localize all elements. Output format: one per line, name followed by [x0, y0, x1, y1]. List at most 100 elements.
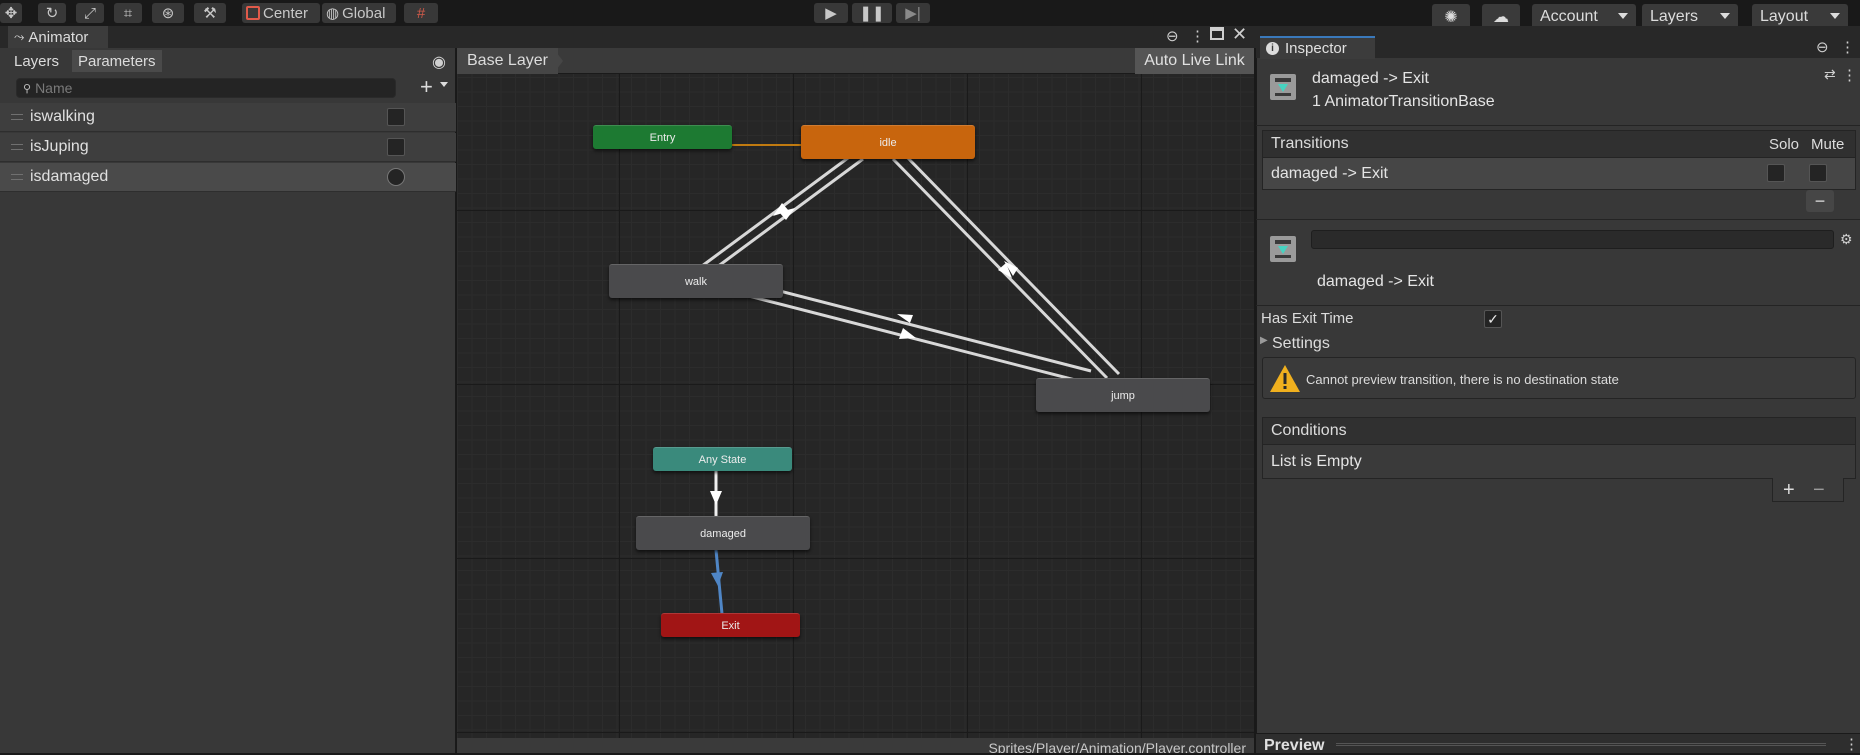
- state-machine-graph[interactable]: Entry idle walk jump Any State damaged E…: [457, 48, 1254, 753]
- parameter-trigger-radio[interactable]: [387, 168, 405, 186]
- drag-handle-icon[interactable]: [11, 114, 23, 120]
- parameter-row-isjuping[interactable]: isJuping: [0, 133, 456, 162]
- chevron-down-icon[interactable]: [440, 82, 448, 87]
- state-entry[interactable]: Entry: [593, 125, 732, 149]
- preview-drag-handle[interactable]: [1336, 743, 1826, 746]
- parameter-row-iswalking[interactable]: iswalking: [0, 103, 456, 132]
- minus-icon: −: [1814, 190, 1826, 211]
- conditions-header: Conditions: [1262, 417, 1856, 445]
- divider: [1256, 305, 1860, 306]
- layers-label: Layers: [1650, 8, 1699, 25]
- scale-tool-icon[interactable]: ⤢: [76, 3, 104, 23]
- tab-layers[interactable]: Layers: [8, 50, 65, 72]
- foldout-arrow-icon[interactable]: ▶: [1260, 335, 1268, 346]
- kebab-menu-icon[interactable]: ⋮: [1842, 66, 1857, 84]
- mute-checkbox[interactable]: [1809, 164, 1827, 182]
- kebab-menu-icon[interactable]: ⋮: [1840, 38, 1855, 56]
- parameter-bool-checkbox[interactable]: [387, 138, 405, 156]
- arrow-icon: [710, 491, 722, 505]
- close-icon[interactable]: ✕: [1232, 24, 1247, 45]
- warning-icon: [1270, 365, 1300, 392]
- tab-parameters[interactable]: Parameters: [72, 50, 162, 72]
- inspector-title: damaged -> Exit: [1312, 70, 1429, 87]
- inspector-tab-label: Inspector: [1285, 40, 1347, 57]
- parameter-name[interactable]: iswalking: [30, 108, 95, 126]
- breadcrumb[interactable]: Base Layer: [457, 48, 558, 74]
- pivot-center-button[interactable]: Center: [242, 3, 320, 23]
- account-label: Account: [1540, 8, 1598, 25]
- pause-button[interactable]: ❚❚: [852, 3, 892, 23]
- play-icon: ▶: [825, 5, 837, 22]
- gear-icon[interactable]: ⚙: [1840, 231, 1853, 248]
- transition-name-label: damaged -> Exit: [1317, 273, 1434, 290]
- state-walk[interactable]: walk: [609, 264, 783, 298]
- pause-icon: ❚❚: [859, 5, 885, 22]
- drag-handle-icon[interactable]: [11, 144, 23, 150]
- lock-icon[interactable]: ⊖: [1816, 38, 1829, 56]
- state-jump[interactable]: jump: [1036, 378, 1210, 412]
- state-idle[interactable]: idle: [801, 125, 975, 159]
- divider: [1256, 219, 1860, 220]
- auto-live-link-label: Auto Live Link: [1144, 52, 1245, 69]
- play-button[interactable]: ▶: [814, 3, 848, 23]
- preview-bar[interactable]: Preview ⋮: [1256, 733, 1860, 754]
- kebab-menu-icon[interactable]: ⋮: [1190, 27, 1205, 45]
- state-damaged[interactable]: damaged: [636, 516, 810, 550]
- solo-label: Solo: [1769, 136, 1800, 153]
- pivot-icon: [246, 6, 260, 20]
- controller-path-label: Sprites/Player/Animation/Player.controll…: [988, 740, 1246, 753]
- state-any-state[interactable]: Any State: [653, 447, 792, 471]
- preset-icon[interactable]: ⇄: [1824, 66, 1836, 83]
- transition-name-field[interactable]: [1311, 230, 1834, 249]
- maximize-icon[interactable]: [1210, 27, 1224, 40]
- kebab-menu-icon[interactable]: ⋮: [1844, 735, 1859, 753]
- transition-icon: [1270, 236, 1296, 262]
- remove-condition-button[interactable]: −: [1813, 479, 1825, 502]
- cloud-icon: ☁: [1493, 9, 1509, 26]
- add-condition-button[interactable]: +: [1783, 479, 1795, 502]
- auto-live-link-button[interactable]: Auto Live Link: [1135, 48, 1254, 74]
- rotate-tool-icon[interactable]: ↻: [38, 3, 66, 23]
- move-tool-icon[interactable]: ✥: [0, 3, 22, 23]
- add-parameter-button[interactable]: +: [420, 74, 433, 100]
- parameter-row-isdamaged[interactable]: isdamaged: [0, 163, 456, 192]
- tab-inspector[interactable]: i Inspector: [1260, 36, 1375, 59]
- settings-foldout[interactable]: Settings: [1272, 335, 1330, 353]
- eye-icon[interactable]: ◉: [432, 52, 446, 72]
- lock-icon[interactable]: ⊖: [1166, 27, 1179, 45]
- parameter-search-input[interactable]: ⚲ Name: [16, 78, 396, 98]
- state-idle-label: idle: [879, 136, 897, 149]
- state-jump-label: jump: [1111, 389, 1135, 402]
- breadcrumb-label: Base Layer: [467, 52, 548, 69]
- rect-tool-icon[interactable]: ⌗: [114, 3, 142, 23]
- step-button[interactable]: ▶|: [896, 3, 930, 23]
- parameter-name[interactable]: isJuping: [30, 138, 89, 156]
- grid-snap-icon[interactable]: #: [404, 3, 438, 23]
- drag-handle-icon[interactable]: [11, 174, 23, 180]
- custom-tool-icon[interactable]: ⚒: [194, 3, 226, 23]
- chevron-down-icon: [1720, 13, 1730, 19]
- state-damaged-label: damaged: [700, 527, 746, 540]
- conditions-empty-label: List is Empty: [1271, 453, 1362, 470]
- preview-label: Preview: [1264, 737, 1325, 754]
- collab-icon: ✺: [1444, 9, 1458, 26]
- transition-row-label: damaged -> Exit: [1271, 165, 1388, 182]
- solo-checkbox[interactable]: [1767, 164, 1785, 182]
- conditions-list: List is Empty: [1262, 445, 1856, 479]
- remove-transition-button[interactable]: −: [1806, 190, 1834, 212]
- state-exit[interactable]: Exit: [661, 613, 800, 637]
- globe-icon: ◍: [326, 5, 340, 22]
- transition-jump-walk[interactable]: [740, 279, 1092, 373]
- has-exit-time-checkbox[interactable]: ✓: [1484, 310, 1502, 328]
- chevron-down-icon: [1618, 13, 1628, 19]
- parameter-name[interactable]: isdamaged: [30, 168, 108, 186]
- transform-tool-icon[interactable]: ⊛: [152, 3, 184, 23]
- state-exit-label: Exit: [721, 619, 740, 632]
- warning-box: Cannot preview transition, there is no d…: [1262, 357, 1856, 399]
- pivot-global-button[interactable]: ◍ Global: [322, 3, 396, 23]
- parameter-bool-checkbox[interactable]: [387, 108, 405, 126]
- transition-jump-idle[interactable]: [903, 153, 1121, 376]
- state-walk-label: walk: [684, 275, 707, 288]
- transition-list-row[interactable]: damaged -> Exit: [1262, 158, 1856, 190]
- tab-animator[interactable]: ⤳ Animator: [8, 26, 108, 48]
